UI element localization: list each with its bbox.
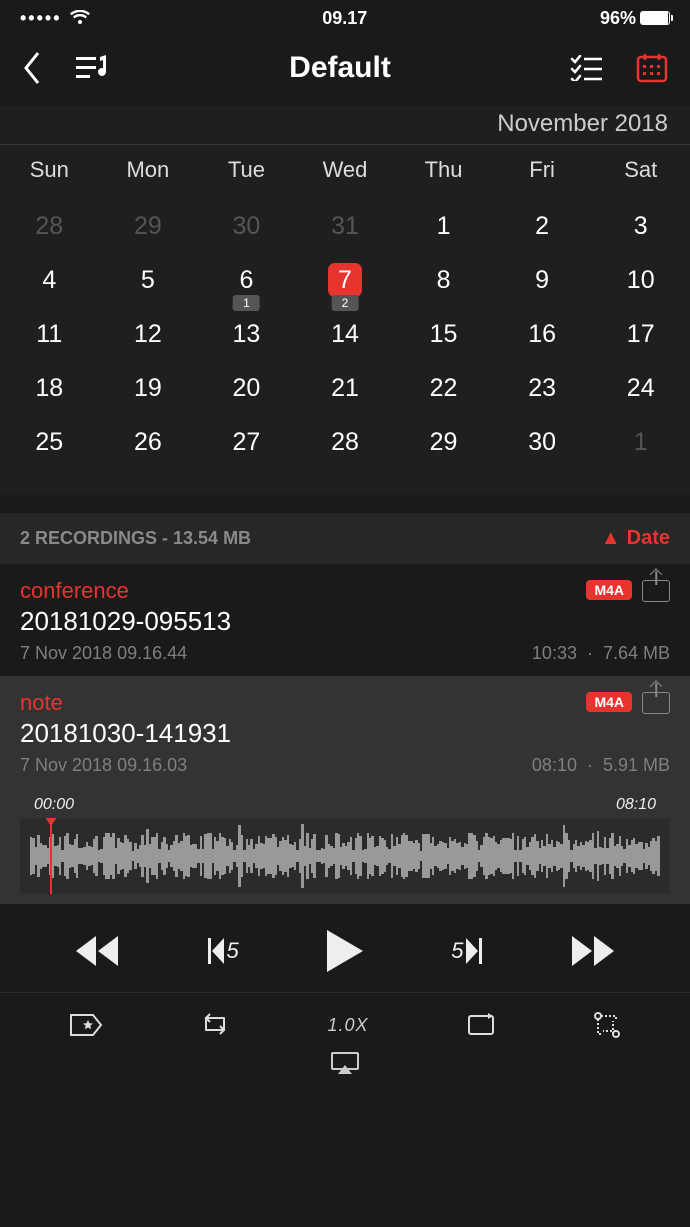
day-cell[interactable]: 31 [296,199,395,253]
day-cell[interactable]: 25 [0,415,99,469]
day-cell[interactable]: 29 [394,415,493,469]
day-cell[interactable]: 1 [394,199,493,253]
clock-text: 09.17 [322,8,367,29]
waveform-area: 00:00 08:10 [0,788,690,904]
recording-title: 20181029-095513 [20,606,231,637]
speed-button[interactable]: 1.0X [327,1015,368,1036]
day-cell[interactable]: 8 [394,253,493,307]
day-cell[interactable]: 24 [591,361,690,415]
day-cell[interactable]: 9 [493,253,592,307]
dow-cell: Sat [591,153,690,187]
day-cell[interactable]: 27 [197,415,296,469]
format-badge: M4A [586,580,632,600]
day-cell[interactable]: 30 [493,415,592,469]
day-cell[interactable]: 28 [296,415,395,469]
day-cell[interactable]: 10 [591,253,690,307]
airplay-row [0,1045,690,1090]
sort-button[interactable]: ▲ Date [601,527,670,550]
header: Default [0,36,690,100]
dow-cell: Wed [296,153,395,187]
dow-cell: Sun [0,153,99,187]
recording-name: note [20,690,231,716]
playback-controls: 5 5 [0,904,690,993]
day-cell[interactable]: 12 [99,307,198,361]
loop-icon[interactable] [200,1012,230,1038]
day-cell[interactable]: 20 [197,361,296,415]
status-bar: ••••• 09.17 96% [0,0,690,36]
day-cell[interactable]: 1 [591,415,690,469]
fast-forward-button[interactable] [570,936,616,966]
day-cell[interactable]: 17 [591,307,690,361]
rewind-button[interactable] [74,936,120,966]
battery-icon [640,11,670,25]
tag-icon[interactable] [69,1013,103,1037]
day-cell[interactable]: 4 [0,253,99,307]
day-cell[interactable]: 21 [296,361,395,415]
day-cell[interactable]: 22 [394,361,493,415]
recordings-summary: 2 RECORDINGS - 13.54 MB [20,528,251,549]
day-cell[interactable]: 2 [493,199,592,253]
battery-pct: 96% [600,8,636,29]
recording-stats: 08:10 · 5.91 MB [532,755,670,776]
sort-label: Date [627,527,670,550]
trim-icon[interactable] [593,1011,621,1039]
recording-title: 20181030-141931 [20,718,231,749]
playlist-icon[interactable] [76,54,110,82]
signal-dots-icon: ••••• [20,8,62,29]
dow-cell: Fri [493,153,592,187]
recording-stats: 10:33 · 7.64 MB [532,643,670,664]
skip-fwd-label: 5 [451,938,463,964]
checklist-icon[interactable] [570,55,602,81]
day-cell[interactable]: 11 [0,307,99,361]
recordings-summary-bar: 2 RECORDINGS - 13.54 MB ▲ Date [0,513,690,564]
calendar-icon[interactable] [636,53,668,83]
day-cell[interactable]: 72 [296,253,395,307]
day-cell[interactable]: 28 [0,199,99,253]
day-cell[interactable]: 16 [493,307,592,361]
page-title: Default [289,51,391,85]
recording-datetime: 7 Nov 2018 09.16.44 [20,643,187,664]
dow-cell: Mon [99,153,198,187]
share-icon[interactable] [642,580,670,602]
recording-name: conference [20,578,231,604]
waveform[interactable] [20,818,670,894]
dow-row: SunMonTueWedThuFriSat [0,145,690,199]
day-cell[interactable]: 5 [99,253,198,307]
recording-item[interactable]: conference 20181029-095513 M4A 7 Nov 201… [0,564,690,676]
bottom-toolbar: 1.0X [0,993,690,1045]
skip-back-button[interactable]: 5 [208,938,238,964]
calendar: November 2018 SunMonTueWedThuFriSat 2829… [0,106,690,495]
wave-start-time: 00:00 [34,796,74,814]
recording-datetime: 7 Nov 2018 09.16.03 [20,755,187,776]
day-cell[interactable]: 13 [197,307,296,361]
dow-cell: Thu [394,153,493,187]
day-cell[interactable]: 61 [197,253,296,307]
day-cell[interactable]: 29 [99,199,198,253]
wave-end-time: 08:10 [616,796,656,814]
share-icon[interactable] [642,692,670,714]
repeat-icon[interactable] [466,1013,496,1037]
day-cell[interactable]: 18 [0,361,99,415]
wifi-icon [70,10,90,26]
airplay-icon[interactable] [330,1051,360,1075]
day-cell[interactable]: 23 [493,361,592,415]
playhead[interactable] [50,818,52,894]
month-label[interactable]: November 2018 [0,106,690,145]
day-cell[interactable]: 3 [591,199,690,253]
day-cell[interactable]: 26 [99,415,198,469]
day-cell[interactable]: 19 [99,361,198,415]
play-button[interactable] [327,930,363,972]
skip-forward-button[interactable]: 5 [451,938,481,964]
format-badge: M4A [586,692,632,712]
skip-back-label: 5 [226,938,238,964]
back-icon[interactable] [22,51,42,85]
day-cell[interactable]: 30 [197,199,296,253]
recording-item[interactable]: note 20181030-141931 M4A 7 Nov 2018 09.1… [0,676,690,788]
day-cell[interactable]: 15 [394,307,493,361]
dow-cell: Tue [197,153,296,187]
day-cell[interactable]: 14 [296,307,395,361]
